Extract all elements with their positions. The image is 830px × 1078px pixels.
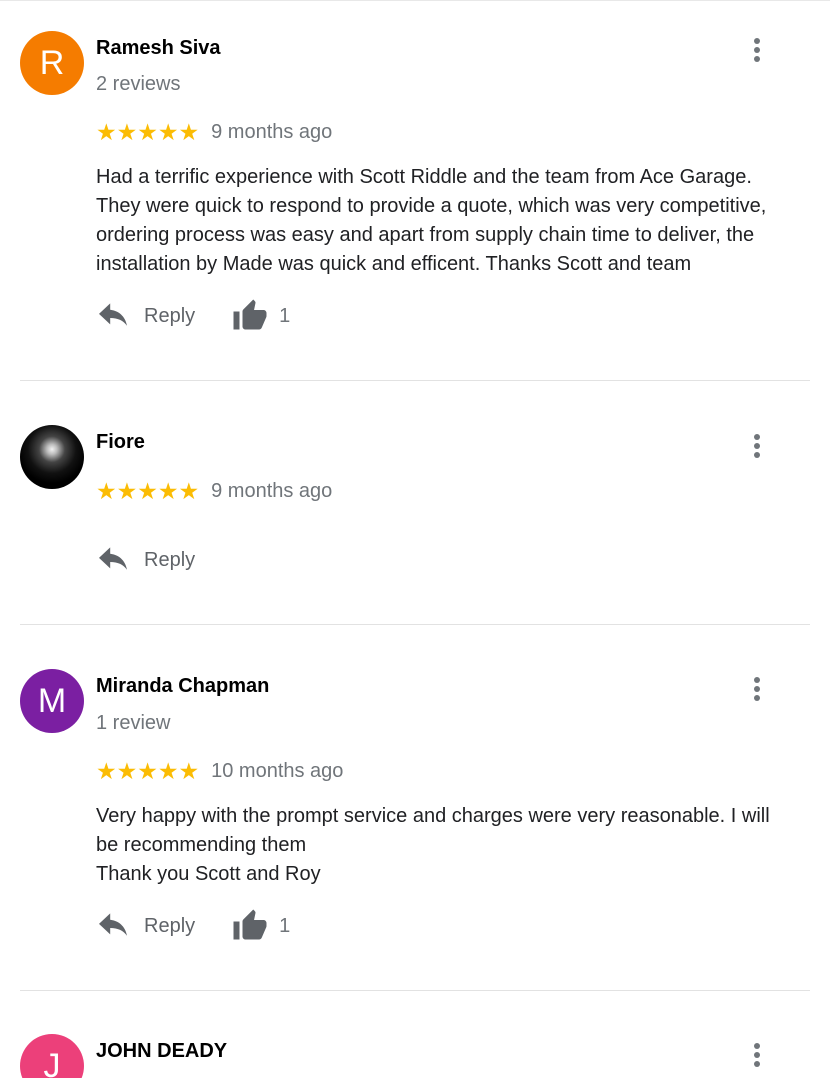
- like-button[interactable]: 1: [231, 908, 290, 944]
- more-vert-icon: [754, 38, 760, 44]
- more-vert-icon: [754, 434, 760, 440]
- rating-row: ★★★★★ 10 months ago: [96, 759, 343, 783]
- more-options-button[interactable]: [746, 36, 770, 66]
- reply-label: Reply: [144, 548, 196, 571]
- star-rating: ★★★★★: [96, 119, 200, 145]
- rating-row: ★★★★★ 9 months ago: [96, 120, 332, 144]
- review-card: R Ramesh Siva 2 reviews ★★★★★ 9 months a…: [0, 0, 830, 380]
- reply-icon: [99, 547, 127, 570]
- review-card: Fiore ★★★★★ 9 months ago Reply: [0, 380, 830, 624]
- review-count: 1 review: [96, 712, 171, 734]
- review-card: M Miranda Chapman 1 review ★★★★★ 10 mont…: [0, 624, 830, 990]
- star-rating: ★★★★★: [96, 758, 200, 784]
- reply-icon: [99, 913, 127, 936]
- like-count: 1: [279, 304, 291, 327]
- avatar[interactable]: M: [20, 669, 84, 733]
- reviewer-name[interactable]: Miranda Chapman: [96, 675, 269, 698]
- reviewer-name[interactable]: Fiore: [96, 431, 145, 454]
- more-options-button[interactable]: [746, 675, 770, 705]
- review-actions: Reply 1: [96, 906, 290, 946]
- more-vert-icon: [754, 677, 760, 683]
- review-card: J JOHN DEADY: [0, 990, 830, 1078]
- reply-button[interactable]: Reply: [96, 912, 195, 940]
- review-actions: Reply: [96, 540, 195, 580]
- more-options-button[interactable]: [746, 1041, 770, 1071]
- review-time: 9 months ago: [211, 120, 333, 143]
- like-count: 1: [279, 914, 291, 937]
- reply-label: Reply: [144, 914, 196, 937]
- review-text: Very happy with the prompt service and c…: [96, 805, 770, 885]
- reply-button[interactable]: Reply: [96, 546, 195, 574]
- review-text: Had a terrific experience with Scott Rid…: [96, 166, 767, 275]
- reviewer-name[interactable]: JOHN DEADY: [96, 1040, 227, 1063]
- reply-label: Reply: [144, 304, 196, 327]
- reply-button[interactable]: Reply: [96, 302, 195, 330]
- reply-icon: [99, 303, 127, 326]
- thumb-up-icon: [233, 909, 267, 940]
- reviewer-name[interactable]: Ramesh Siva: [96, 37, 221, 60]
- more-options-button[interactable]: [746, 432, 770, 462]
- avatar[interactable]: R: [20, 31, 84, 95]
- avatar[interactable]: [20, 425, 84, 489]
- like-button[interactable]: 1: [231, 298, 290, 334]
- review-time: 9 months ago: [211, 479, 333, 502]
- star-rating: ★★★★★: [96, 478, 200, 504]
- review-count: 2 reviews: [96, 73, 181, 95]
- avatar[interactable]: J: [20, 1034, 84, 1078]
- review-time: 10 months ago: [211, 759, 344, 782]
- thumb-up-icon: [233, 299, 267, 330]
- review-actions: Reply 1: [96, 296, 290, 336]
- rating-row: ★★★★★ 9 months ago: [96, 479, 332, 503]
- more-vert-icon: [754, 1043, 760, 1049]
